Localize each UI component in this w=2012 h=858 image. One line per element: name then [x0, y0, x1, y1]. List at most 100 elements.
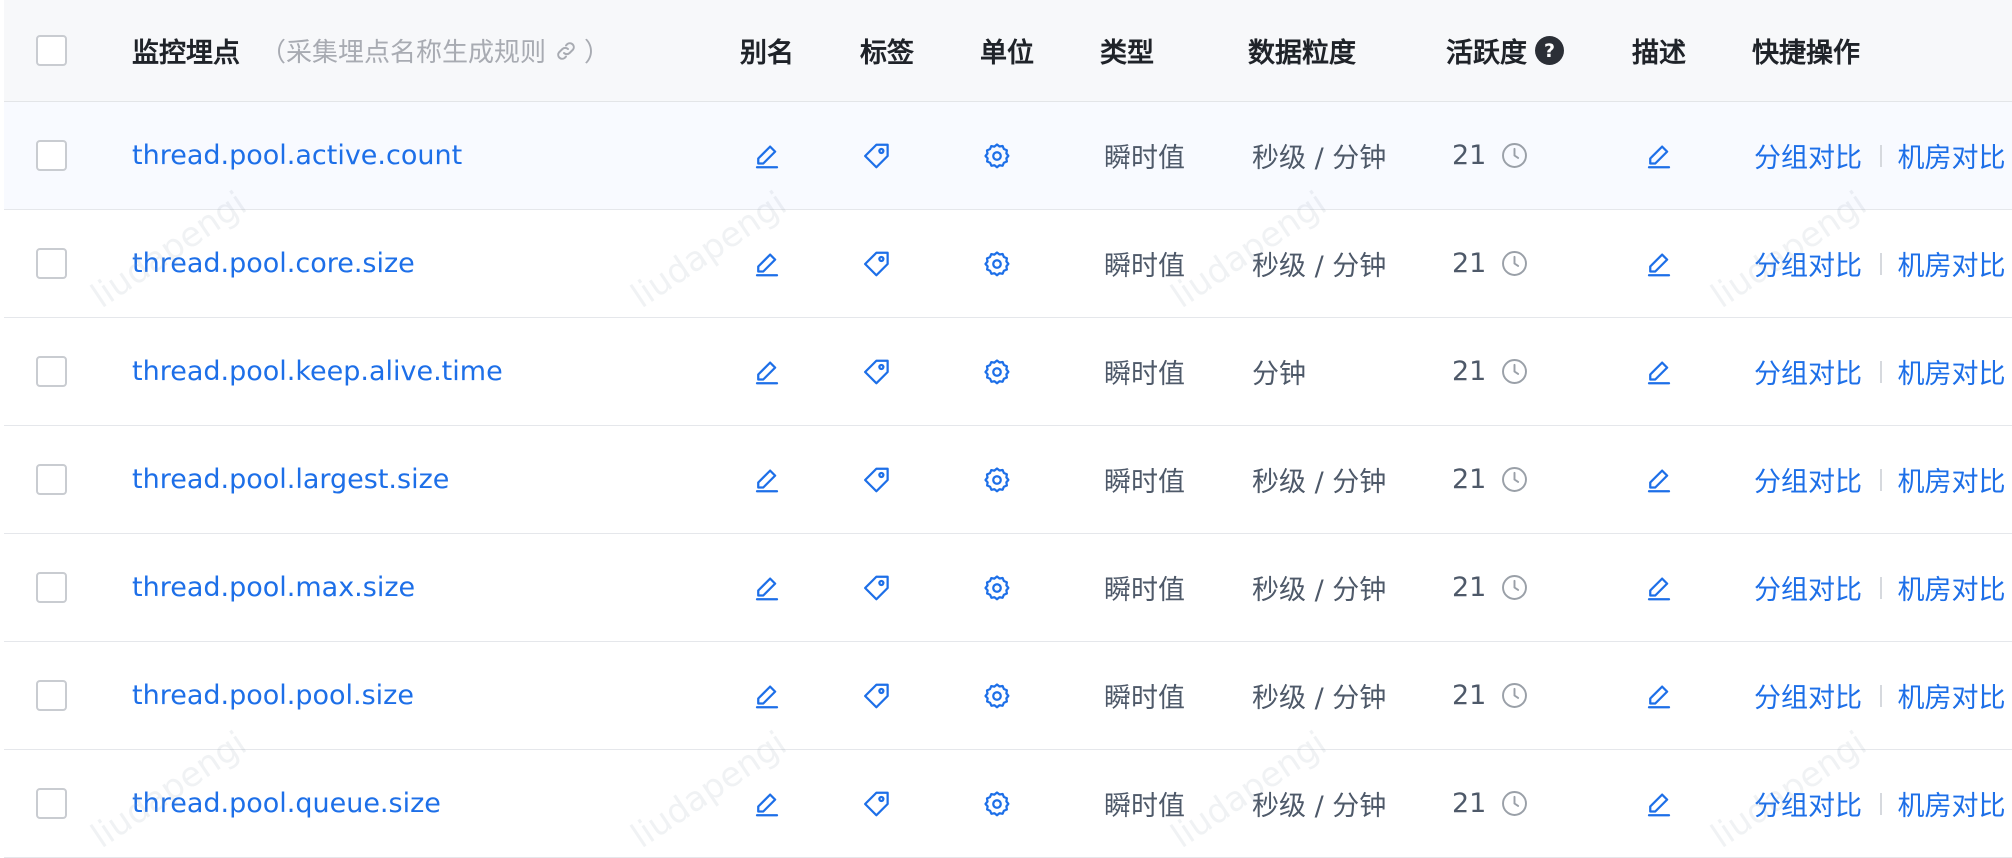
help-icon[interactable]: ?	[1535, 36, 1564, 65]
activity-value: 21	[1452, 680, 1487, 711]
unit-settings-gear-icon[interactable]	[982, 465, 1012, 495]
edit-alias-icon[interactable]	[752, 465, 782, 495]
metric-activity: 21	[1452, 642, 1529, 749]
col-metric-name: 监控埋点 （采集埋点名称生成规则 ）	[132, 0, 610, 101]
tag-icon[interactable]	[862, 249, 892, 279]
group-compare-link[interactable]: 分组对比	[1754, 460, 1862, 499]
metric-type: 瞬时值	[1104, 143, 1185, 174]
clock-icon[interactable]	[1486, 357, 1529, 386]
group-compare-link[interactable]: 分组对比	[1754, 136, 1862, 175]
col-alias: 别名	[740, 38, 794, 69]
unit-settings-gear-icon[interactable]	[982, 249, 1012, 279]
metric-activity: 21	[1452, 426, 1529, 533]
datacenter-compare-link[interactable]: 机房对比	[1898, 244, 2006, 283]
edit-desc-icon[interactable]	[1644, 141, 1674, 171]
row-checkbox[interactable]	[36, 572, 67, 603]
datacenter-compare-link[interactable]: 机房对比	[1898, 460, 2006, 499]
edit-alias-icon[interactable]	[752, 357, 782, 387]
table-row: thread.pool.active.count 瞬时值 秒级 / 分钟 21	[4, 102, 2012, 210]
metric-name-link[interactable]: thread.pool.max.size	[132, 572, 415, 603]
group-compare-link[interactable]: 分组对比	[1754, 568, 1862, 607]
action-divider	[1880, 792, 1882, 815]
select-all-checkbox[interactable]	[36, 35, 67, 66]
edit-desc-icon[interactable]	[1644, 249, 1674, 279]
edit-alias-icon[interactable]	[752, 681, 782, 711]
edit-alias-icon[interactable]	[752, 573, 782, 603]
row-checkbox[interactable]	[36, 356, 67, 387]
metric-granularity: 秒级 / 分钟	[1252, 683, 1387, 714]
row-checkbox[interactable]	[36, 464, 67, 495]
tag-icon[interactable]	[862, 465, 892, 495]
quick-actions: 分组对比 机房对比	[1754, 426, 2006, 533]
row-checkbox[interactable]	[36, 248, 67, 279]
unit-settings-gear-icon[interactable]	[982, 681, 1012, 711]
name-rule-hint[interactable]: （采集埋点名称生成规则 ）	[260, 32, 610, 69]
edit-desc-icon[interactable]	[1644, 465, 1674, 495]
activity-value: 21	[1452, 140, 1487, 171]
row-checkbox[interactable]	[36, 140, 67, 171]
col-activity: 活跃度 ?	[1446, 0, 1564, 101]
col-granularity: 数据粒度	[1248, 38, 1356, 69]
edit-desc-icon[interactable]	[1644, 357, 1674, 387]
tag-icon[interactable]	[862, 141, 892, 171]
group-compare-link[interactable]: 分组对比	[1754, 352, 1862, 391]
tag-icon[interactable]	[862, 573, 892, 603]
action-divider	[1880, 252, 1882, 275]
unit-settings-gear-icon[interactable]	[982, 141, 1012, 171]
clock-icon[interactable]	[1486, 789, 1529, 818]
edit-desc-icon[interactable]	[1644, 681, 1674, 711]
datacenter-compare-link[interactable]: 机房对比	[1898, 676, 2006, 715]
tag-icon[interactable]	[862, 357, 892, 387]
edit-desc-icon[interactable]	[1644, 789, 1674, 819]
metric-name-link[interactable]: thread.pool.pool.size	[132, 680, 414, 711]
action-divider	[1880, 576, 1882, 599]
clock-icon[interactable]	[1486, 465, 1529, 494]
datacenter-compare-link[interactable]: 机房对比	[1898, 352, 2006, 391]
col-unit: 单位	[980, 38, 1034, 69]
unit-settings-gear-icon[interactable]	[982, 573, 1012, 603]
quick-actions: 分组对比 机房对比	[1754, 102, 2006, 209]
metric-type: 瞬时值	[1104, 791, 1185, 822]
metric-granularity: 秒级 / 分钟	[1252, 575, 1387, 606]
action-divider	[1880, 468, 1882, 491]
edit-alias-icon[interactable]	[752, 141, 782, 171]
clock-icon[interactable]	[1486, 249, 1529, 278]
quick-actions: 分组对比 机房对比	[1754, 210, 2006, 317]
clock-icon[interactable]	[1486, 681, 1529, 710]
col-actions: 快捷操作	[1752, 38, 1860, 69]
metric-type: 瞬时值	[1104, 251, 1185, 282]
edit-alias-icon[interactable]	[752, 249, 782, 279]
metric-name-link[interactable]: thread.pool.keep.alive.time	[132, 356, 503, 387]
unit-settings-gear-icon[interactable]	[982, 789, 1012, 819]
tag-icon[interactable]	[862, 681, 892, 711]
unit-settings-gear-icon[interactable]	[982, 357, 1012, 387]
edit-desc-icon[interactable]	[1644, 573, 1674, 603]
col-metric-name-label: 监控埋点	[132, 38, 240, 69]
datacenter-compare-link[interactable]: 机房对比	[1898, 136, 2006, 175]
table-row: thread.pool.queue.size 瞬时值 秒级 / 分钟 21 分组…	[4, 750, 2012, 858]
quick-actions: 分组对比 机房对比	[1754, 318, 2006, 425]
edit-alias-icon[interactable]	[752, 789, 782, 819]
datacenter-compare-link[interactable]: 机房对比	[1898, 784, 2006, 823]
metric-name-link[interactable]: thread.pool.core.size	[132, 248, 415, 279]
metric-name-link[interactable]: thread.pool.largest.size	[132, 464, 449, 495]
group-compare-link[interactable]: 分组对比	[1754, 244, 1862, 283]
row-checkbox[interactable]	[36, 680, 67, 711]
datacenter-compare-link[interactable]: 机房对比	[1898, 568, 2006, 607]
activity-value: 21	[1452, 572, 1487, 603]
clock-icon[interactable]	[1486, 573, 1529, 602]
metric-type: 瞬时值	[1104, 683, 1185, 714]
activity-value: 21	[1452, 788, 1487, 819]
metric-granularity: 秒级 / 分钟	[1252, 467, 1387, 498]
metric-name-link[interactable]: thread.pool.active.count	[132, 140, 462, 171]
group-compare-link[interactable]: 分组对比	[1754, 676, 1862, 715]
link-icon	[557, 41, 575, 60]
group-compare-link[interactable]: 分组对比	[1754, 784, 1862, 823]
clock-icon[interactable]	[1486, 141, 1529, 170]
metric-name-link[interactable]: thread.pool.queue.size	[132, 788, 441, 819]
quick-actions: 分组对比 机房对比	[1754, 642, 2006, 749]
metric-type: 瞬时值	[1104, 467, 1185, 498]
tag-icon[interactable]	[862, 789, 892, 819]
row-checkbox[interactable]	[36, 788, 67, 819]
metric-granularity: 分钟	[1252, 359, 1306, 390]
